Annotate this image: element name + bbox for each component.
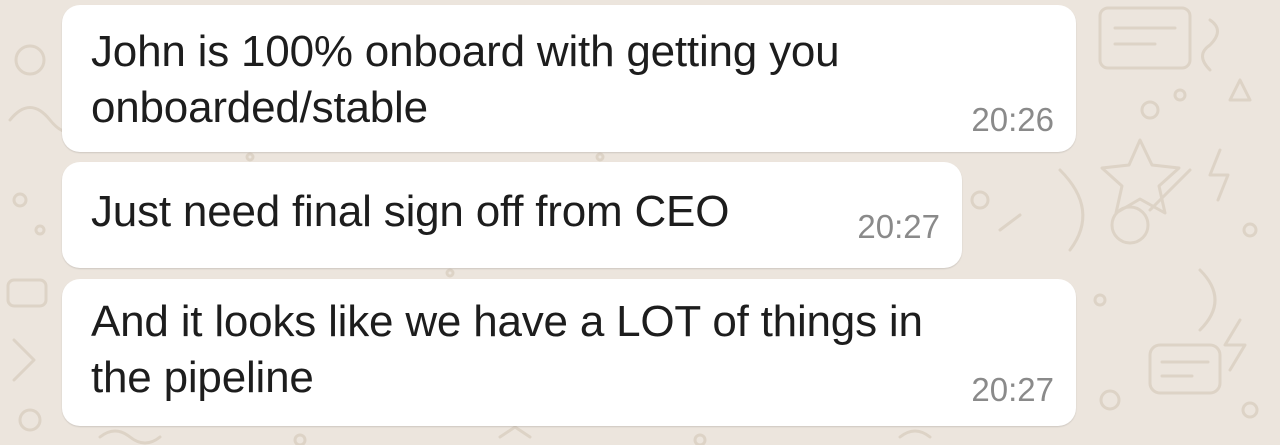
incoming-message-bubble[interactable]: Just need final sign off from CEO 20:27 <box>62 162 962 268</box>
message-text: John is 100% onboard with getting you on… <box>91 27 840 132</box>
incoming-message-bubble[interactable]: And it looks like we have a LOT of thing… <box>62 279 1076 426</box>
message-timestamp: 20:27 <box>971 371 1054 408</box>
chat-message-list[interactable]: John is 100% onboard with getting you on… <box>0 0 1280 445</box>
message-text: And it looks like we have a LOT of thing… <box>91 297 923 402</box>
message-timestamp: 20:27 <box>857 208 940 245</box>
incoming-message-bubble[interactable]: John is 100% onboard with getting you on… <box>62 5 1076 152</box>
message-timestamp: 20:26 <box>971 101 1054 138</box>
message-text: Just need final sign off from CEO <box>91 187 730 236</box>
